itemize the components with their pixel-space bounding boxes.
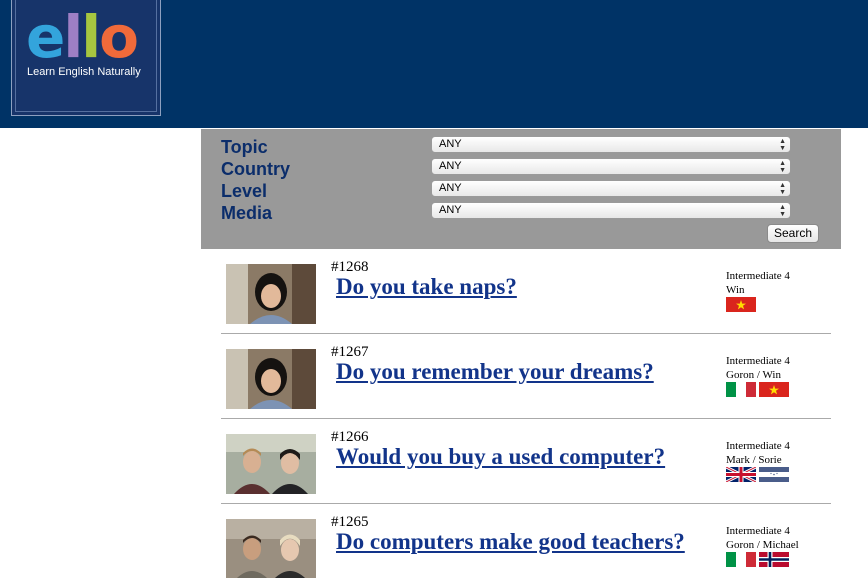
logo-letter-l1: l — [63, 3, 83, 71]
logo-letter-l2: l — [81, 3, 101, 71]
logo-letter-o: o — [99, 3, 139, 71]
topic-select-value: ANY — [439, 138, 462, 150]
lesson-row: #1265 Do computers make good teachers? I… — [221, 504, 831, 578]
level-label: Level — [221, 181, 268, 201]
search-button[interactable]: Search — [767, 224, 819, 243]
lesson-thumbnail[interactable] — [226, 349, 316, 409]
level-select[interactable]: ANY ▲ ▼ — [431, 180, 791, 197]
italy-flag-icon — [726, 552, 756, 567]
speaker-flags — [726, 467, 789, 482]
speaker-flags — [726, 552, 789, 567]
country-select-value: ANY — [439, 160, 462, 172]
vietnam-flag-icon — [759, 382, 789, 397]
lesson-speakers: Win — [726, 284, 745, 296]
select-arrows-icon: ▲ ▼ — [779, 204, 786, 218]
search-filter-panel: Topic ANY ▲ ▼ Country ANY ▲ ▼ Level ANY ▲ ▼… — [201, 129, 841, 249]
logo-letter-e: e — [26, 3, 65, 71]
lesson-row: #1268 Do you take naps? Intermediate 4 W… — [221, 249, 831, 334]
lesson-title-link[interactable]: Would you buy a used computer? — [336, 444, 665, 470]
country-label: Country — [221, 159, 290, 179]
lesson-thumbnail[interactable] — [226, 264, 316, 324]
site-header: ello Learn English Naturally — [0, 0, 868, 128]
lesson-title-link[interactable]: Do you remember your dreams? — [336, 359, 654, 385]
level-select-value: ANY — [439, 182, 462, 194]
lesson-level: Intermediate 4 — [726, 355, 790, 367]
speaker-flags — [726, 297, 756, 312]
lesson-speakers: Mark / Sorie — [726, 454, 782, 466]
ello-logo[interactable]: ello Learn English Naturally — [11, 0, 161, 116]
lesson-row: #1267 Do you remember your dreams? Inter… — [221, 334, 831, 419]
select-arrows-icon: ▲ ▼ — [779, 182, 786, 196]
logo-wordmark: ello — [26, 3, 139, 71]
norway-flag-icon — [759, 552, 789, 567]
topic-label: Topic — [221, 137, 268, 157]
lesson-speakers: Goron / Win — [726, 369, 781, 381]
media-select-value: ANY — [439, 204, 462, 216]
lesson-thumbnail[interactable] — [226, 434, 316, 494]
speaker-flags — [726, 382, 789, 397]
lesson-meta: Intermediate 4 Goron / Michael — [726, 524, 826, 552]
uk-flag-icon — [726, 467, 756, 482]
lesson-level: Intermediate 4 — [726, 440, 790, 452]
select-arrows-icon: ▲ ▼ — [779, 160, 786, 174]
media-label: Media — [221, 203, 273, 223]
lesson-level: Intermediate 4 — [726, 270, 790, 282]
media-select[interactable]: ANY ▲ ▼ — [431, 202, 791, 219]
topic-select[interactable]: ANY ▲ ▼ — [431, 136, 791, 153]
lesson-meta: Intermediate 4 Mark / Sorie — [726, 439, 826, 467]
lesson-title-link[interactable]: Do you take naps? — [336, 274, 517, 300]
logo-tagline: Learn English Naturally — [27, 66, 141, 78]
country-select[interactable]: ANY ▲ ▼ — [431, 158, 791, 175]
honduras-flag-icon — [759, 467, 789, 482]
lesson-meta: Intermediate 4 Goron / Win — [726, 354, 826, 382]
lesson-level: Intermediate 4 — [726, 525, 790, 537]
lesson-meta: Intermediate 4 Win — [726, 269, 826, 297]
lesson-title-link[interactable]: Do computers make good teachers? — [336, 529, 685, 555]
vietnam-flag-icon — [726, 297, 756, 312]
select-arrows-icon: ▲ ▼ — [779, 138, 786, 152]
italy-flag-icon — [726, 382, 756, 397]
lesson-row: #1266 Would you buy a used computer? Int… — [221, 419, 831, 504]
lesson-speakers: Goron / Michael — [726, 539, 799, 551]
lesson-thumbnail[interactable] — [226, 519, 316, 578]
